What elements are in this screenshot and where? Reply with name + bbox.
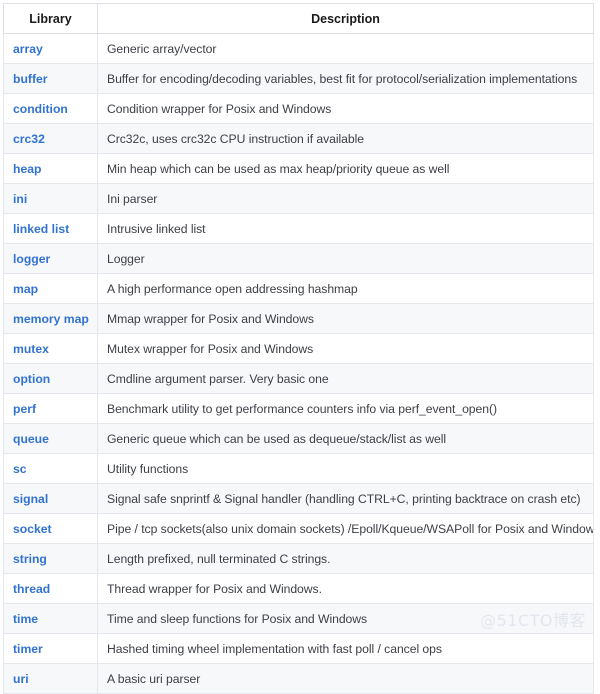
library-link[interactable]: uri	[13, 672, 29, 686]
table-row: queue Generic queue which can be used as …	[3, 423, 594, 454]
table-row: uri A basic uri parser	[3, 663, 594, 694]
library-link[interactable]: linked list	[13, 222, 69, 236]
description-cell: Cmdline argument parser. Very basic one	[97, 363, 594, 394]
library-cell: ini	[3, 183, 98, 214]
library-cell: buffer	[3, 63, 98, 94]
column-header-library: Library	[3, 3, 98, 34]
library-cell: timer	[3, 633, 98, 664]
library-cell: thread	[3, 573, 98, 604]
description-cell: Time and sleep functions for Posix and W…	[97, 603, 594, 634]
library-link[interactable]: time	[13, 612, 38, 626]
table-row: sc Utility functions	[3, 453, 594, 484]
table-row: memory map Mmap wrapper for Posix and Win…	[3, 303, 594, 334]
library-link[interactable]: ini	[13, 192, 27, 206]
description-cell: Length prefixed, null terminated C strin…	[97, 543, 594, 574]
table-row: linked list Intrusive linked list	[3, 213, 594, 244]
description-cell: Hashed timing wheel implementation with …	[97, 633, 594, 664]
library-cell: option	[3, 363, 98, 394]
library-cell: time	[3, 603, 98, 634]
table-row: ini Ini parser	[3, 183, 594, 214]
library-cell: linked list	[3, 213, 98, 244]
table-body: array Generic array/vector buffer Buffer fo…	[3, 33, 594, 694]
library-table-container: Library Description array Generic array/v…	[3, 3, 594, 694]
table-row: option Cmdline argument parser. Very basi…	[3, 363, 594, 394]
library-link[interactable]: condition	[13, 102, 68, 116]
description-cell: Condition wrapper for Posix and Windows	[97, 93, 594, 124]
description-cell: Logger	[97, 243, 594, 274]
library-link[interactable]: sc	[13, 462, 27, 476]
library-cell: condition	[3, 93, 98, 124]
table-row: string Length prefixed, null terminated C…	[3, 543, 594, 574]
library-cell: array	[3, 33, 98, 64]
library-link[interactable]: memory map	[13, 312, 89, 326]
table-row: condition Condition wrapper for Posix and…	[3, 93, 594, 124]
table-row: perf Benchmark utility to get performance…	[3, 393, 594, 424]
library-cell: sc	[3, 453, 98, 484]
library-cell: map	[3, 273, 98, 304]
table-row: socket Pipe / tcp sockets(also unix domai…	[3, 513, 594, 544]
table-row: array Generic array/vector	[3, 33, 594, 64]
table-row: signal Signal safe snprintf & Signal hand…	[3, 483, 594, 514]
library-link[interactable]: socket	[13, 522, 52, 536]
description-cell: Generic array/vector	[97, 33, 594, 64]
description-cell: A high performance open addressing hashm…	[97, 273, 594, 304]
table-row: crc32 Crc32c, uses crc32c CPU instruction…	[3, 123, 594, 154]
library-link[interactable]: signal	[13, 492, 48, 506]
description-cell: Thread wrapper for Posix and Windows.	[97, 573, 594, 604]
library-link[interactable]: heap	[13, 162, 41, 176]
table-row: mutex Mutex wrapper for Posix and Windows	[3, 333, 594, 364]
description-cell: Ini parser	[97, 183, 594, 214]
table-row: timer Hashed timing wheel implementation …	[3, 633, 594, 664]
description-cell: Benchmark utility to get performance cou…	[97, 393, 594, 424]
description-cell: Mmap wrapper for Posix and Windows	[97, 303, 594, 334]
library-link[interactable]: array	[13, 42, 43, 56]
library-table: Library Description array Generic array/v…	[3, 3, 594, 694]
description-cell: Intrusive linked list	[97, 213, 594, 244]
library-link[interactable]: perf	[13, 402, 36, 416]
description-cell: Buffer for encoding/decoding variables, …	[97, 63, 594, 94]
library-link[interactable]: crc32	[13, 132, 45, 146]
description-cell: A basic uri parser	[97, 663, 594, 694]
library-cell: uri	[3, 663, 98, 694]
description-cell: Crc32c, uses crc32c CPU instruction if a…	[97, 123, 594, 154]
library-link[interactable]: map	[13, 282, 38, 296]
table-row: time Time and sleep functions for Posix a…	[3, 603, 594, 634]
library-cell: memory map	[3, 303, 98, 334]
library-cell: queue	[3, 423, 98, 454]
table-row: heap Min heap which can be used as max he…	[3, 153, 594, 184]
table-header: Library Description	[3, 3, 594, 34]
library-cell: string	[3, 543, 98, 574]
library-link[interactable]: option	[13, 372, 50, 386]
description-cell: Signal safe snprintf & Signal handler (h…	[97, 483, 594, 514]
column-header-description: Description	[97, 3, 594, 34]
table-row: buffer Buffer for encoding/decoding varia…	[3, 63, 594, 94]
description-cell: Utility functions	[97, 453, 594, 484]
library-link[interactable]: mutex	[13, 342, 49, 356]
library-cell: heap	[3, 153, 98, 184]
library-cell: signal	[3, 483, 98, 514]
table-row: logger Logger	[3, 243, 594, 274]
description-cell: Pipe / tcp sockets(also unix domain sock…	[97, 513, 594, 544]
description-cell: Min heap which can be used as max heap/p…	[97, 153, 594, 184]
library-cell: crc32	[3, 123, 98, 154]
description-cell: Mutex wrapper for Posix and Windows	[97, 333, 594, 364]
table-row: map A high performance open addressing ha…	[3, 273, 594, 304]
library-link[interactable]: queue	[13, 432, 49, 446]
description-cell: Generic queue which can be used as deque…	[97, 423, 594, 454]
library-cell: mutex	[3, 333, 98, 364]
library-link[interactable]: string	[13, 552, 47, 566]
library-cell: logger	[3, 243, 98, 274]
library-link[interactable]: logger	[13, 252, 50, 266]
library-link[interactable]: thread	[13, 582, 50, 596]
library-link[interactable]: buffer	[13, 72, 48, 86]
table-row: thread Thread wrapper for Posix and Windo…	[3, 573, 594, 604]
library-cell: socket	[3, 513, 98, 544]
table-header-row: Library Description	[3, 3, 594, 34]
library-link[interactable]: timer	[13, 642, 43, 656]
library-cell: perf	[3, 393, 98, 424]
